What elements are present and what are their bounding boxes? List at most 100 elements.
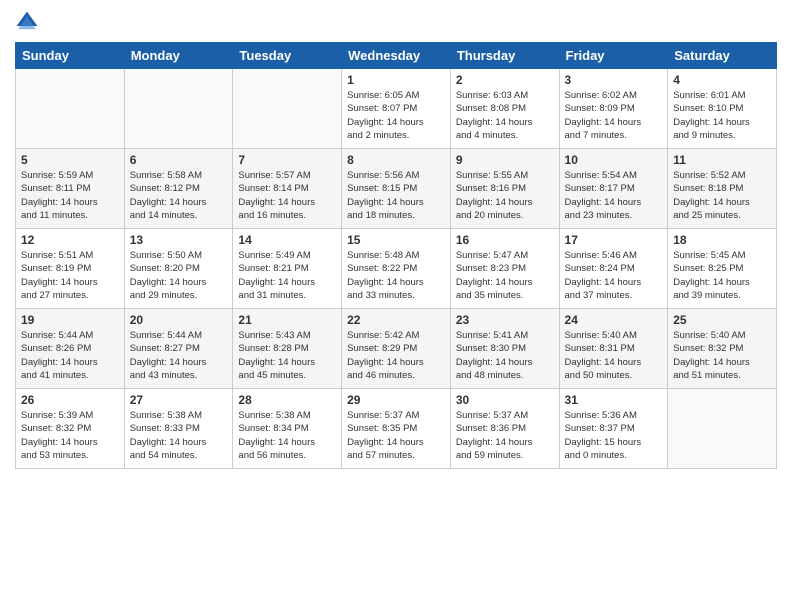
cell-info: Sunrise: 5:48 AM Sunset: 8:22 PM Dayligh…: [347, 249, 445, 302]
calendar-cell: 9Sunrise: 5:55 AM Sunset: 8:16 PM Daylig…: [450, 149, 559, 229]
cell-info: Sunrise: 6:02 AM Sunset: 8:09 PM Dayligh…: [565, 89, 663, 142]
day-number: 29: [347, 393, 445, 407]
day-number: 10: [565, 153, 663, 167]
weekday-header: Sunday: [16, 43, 125, 69]
day-number: 7: [238, 153, 336, 167]
calendar-cell: 6 Sunrise: 5:58 AM Sunset: 8:12 PM Daylig…: [124, 149, 233, 229]
logo-icon: [15, 10, 39, 34]
calendar-week-row: 1 Sunrise: 6:05 AM Sunset: 8:07 PM Daylig…: [16, 69, 777, 149]
header-row: SundayMondayTuesdayWednesdayThursdayFrid…: [16, 43, 777, 69]
cell-info: Sunrise: 5:40 AM Sunset: 8:31 PM Dayligh…: [565, 329, 663, 382]
cell-info: Sunrise: 5:51 AM Sunset: 8:19 PM Dayligh…: [21, 249, 119, 302]
calendar-cell: 29 Sunrise: 5:37 AM Sunset: 8:35 PM Dayli…: [342, 389, 451, 469]
calendar-cell: 26Sunrise: 5:39 AM Sunset: 8:32 PM Dayli…: [16, 389, 125, 469]
cell-info: Sunrise: 5:38 AM Sunset: 8:33 PM Dayligh…: [130, 409, 228, 462]
day-number: 13: [130, 233, 228, 247]
day-number: 1: [347, 73, 445, 87]
day-number: 31: [565, 393, 663, 407]
calendar-cell: 1 Sunrise: 6:05 AM Sunset: 8:07 PM Daylig…: [342, 69, 451, 149]
calendar-week-row: 19 Sunrise: 5:44 AM Sunset: 8:26 PM Dayli…: [16, 309, 777, 389]
header: [15, 10, 777, 34]
calendar-cell: 22Sunrise: 5:42 AM Sunset: 8:29 PM Dayli…: [342, 309, 451, 389]
day-number: 14: [238, 233, 336, 247]
calendar-cell: [668, 389, 777, 469]
calendar-cell: 5 Sunrise: 5:59 AM Sunset: 8:11 PM Daylig…: [16, 149, 125, 229]
day-number: 17: [565, 233, 663, 247]
day-number: 20: [130, 313, 228, 327]
cell-info: Sunrise: 5:40 AM Sunset: 8:32 PM Dayligh…: [673, 329, 771, 382]
weekday-header: Thursday: [450, 43, 559, 69]
day-number: 5: [21, 153, 119, 167]
weekday-header: Tuesday: [233, 43, 342, 69]
cell-info: Sunrise: 5:37 AM Sunset: 8:35 PM Dayligh…: [347, 409, 445, 462]
calendar-week-row: 12 Sunrise: 5:51 AM Sunset: 8:19 PM Dayli…: [16, 229, 777, 309]
calendar-cell: 7 Sunrise: 5:57 AM Sunset: 8:14 PM Daylig…: [233, 149, 342, 229]
day-number: 11: [673, 153, 771, 167]
calendar-cell: [124, 69, 233, 149]
logo: [15, 10, 43, 34]
cell-info: Sunrise: 5:39 AM Sunset: 8:32 PM Dayligh…: [21, 409, 119, 462]
calendar-cell: 31 Sunrise: 5:36 AM Sunset: 8:37 PM Dayli…: [559, 389, 668, 469]
cell-info: Sunrise: 5:45 AM Sunset: 8:25 PM Dayligh…: [673, 249, 771, 302]
cell-info: Sunrise: 5:54 AM Sunset: 8:17 PM Dayligh…: [565, 169, 663, 222]
calendar-week-row: 5 Sunrise: 5:59 AM Sunset: 8:11 PM Daylig…: [16, 149, 777, 229]
calendar-cell: [16, 69, 125, 149]
cell-info: Sunrise: 6:03 AM Sunset: 8:08 PM Dayligh…: [456, 89, 554, 142]
calendar-cell: 4 Sunrise: 6:01 AM Sunset: 8:10 PM Daylig…: [668, 69, 777, 149]
weekday-header: Saturday: [668, 43, 777, 69]
weekday-header: Friday: [559, 43, 668, 69]
cell-info: Sunrise: 5:41 AM Sunset: 8:30 PM Dayligh…: [456, 329, 554, 382]
calendar-cell: 21 Sunrise: 5:43 AM Sunset: 8:28 PM Dayli…: [233, 309, 342, 389]
cell-info: Sunrise: 5:37 AM Sunset: 8:36 PM Dayligh…: [456, 409, 554, 462]
day-number: 12: [21, 233, 119, 247]
cell-info: Sunrise: 5:44 AM Sunset: 8:27 PM Dayligh…: [130, 329, 228, 382]
day-number: 16: [456, 233, 554, 247]
calendar-cell: 19 Sunrise: 5:44 AM Sunset: 8:26 PM Dayli…: [16, 309, 125, 389]
cell-info: Sunrise: 5:44 AM Sunset: 8:26 PM Dayligh…: [21, 329, 119, 382]
cell-info: Sunrise: 5:57 AM Sunset: 8:14 PM Dayligh…: [238, 169, 336, 222]
day-number: 15: [347, 233, 445, 247]
cell-info: Sunrise: 6:05 AM Sunset: 8:07 PM Dayligh…: [347, 89, 445, 142]
cell-info: Sunrise: 5:59 AM Sunset: 8:11 PM Dayligh…: [21, 169, 119, 222]
calendar-cell: [233, 69, 342, 149]
cell-info: Sunrise: 5:36 AM Sunset: 8:37 PM Dayligh…: [565, 409, 663, 462]
calendar-cell: 16 Sunrise: 5:47 AM Sunset: 8:23 PM Dayli…: [450, 229, 559, 309]
calendar-cell: 25 Sunrise: 5:40 AM Sunset: 8:32 PM Dayli…: [668, 309, 777, 389]
day-number: 3: [565, 73, 663, 87]
cell-info: Sunrise: 5:42 AM Sunset: 8:29 PM Dayligh…: [347, 329, 445, 382]
cell-info: Sunrise: 5:43 AM Sunset: 8:28 PM Dayligh…: [238, 329, 336, 382]
day-number: 28: [238, 393, 336, 407]
calendar-cell: 8Sunrise: 5:56 AM Sunset: 8:15 PM Daylig…: [342, 149, 451, 229]
day-number: 23: [456, 313, 554, 327]
day-number: 6: [130, 153, 228, 167]
weekday-header: Wednesday: [342, 43, 451, 69]
calendar-cell: 3 Sunrise: 6:02 AM Sunset: 8:09 PM Daylig…: [559, 69, 668, 149]
calendar-cell: 23 Sunrise: 5:41 AM Sunset: 8:30 PM Dayli…: [450, 309, 559, 389]
calendar-cell: 28 Sunrise: 5:38 AM Sunset: 8:34 PM Dayli…: [233, 389, 342, 469]
calendar-table: SundayMondayTuesdayWednesdayThursdayFrid…: [15, 42, 777, 469]
day-number: 9: [456, 153, 554, 167]
calendar-cell: 20 Sunrise: 5:44 AM Sunset: 8:27 PM Dayli…: [124, 309, 233, 389]
cell-info: Sunrise: 6:01 AM Sunset: 8:10 PM Dayligh…: [673, 89, 771, 142]
cell-info: Sunrise: 5:52 AM Sunset: 8:18 PM Dayligh…: [673, 169, 771, 222]
calendar-cell: 17Sunrise: 5:46 AM Sunset: 8:24 PM Dayli…: [559, 229, 668, 309]
calendar-cell: 18 Sunrise: 5:45 AM Sunset: 8:25 PM Dayli…: [668, 229, 777, 309]
calendar-week-row: 26Sunrise: 5:39 AM Sunset: 8:32 PM Dayli…: [16, 389, 777, 469]
calendar-cell: 15 Sunrise: 5:48 AM Sunset: 8:22 PM Dayli…: [342, 229, 451, 309]
calendar-cell: 13Sunrise: 5:50 AM Sunset: 8:20 PM Dayli…: [124, 229, 233, 309]
calendar-cell: 12 Sunrise: 5:51 AM Sunset: 8:19 PM Dayli…: [16, 229, 125, 309]
day-number: 19: [21, 313, 119, 327]
calendar-cell: 30Sunrise: 5:37 AM Sunset: 8:36 PM Dayli…: [450, 389, 559, 469]
cell-info: Sunrise: 5:56 AM Sunset: 8:15 PM Dayligh…: [347, 169, 445, 222]
cell-info: Sunrise: 5:47 AM Sunset: 8:23 PM Dayligh…: [456, 249, 554, 302]
cell-info: Sunrise: 5:38 AM Sunset: 8:34 PM Dayligh…: [238, 409, 336, 462]
day-number: 21: [238, 313, 336, 327]
day-number: 18: [673, 233, 771, 247]
cell-info: Sunrise: 5:58 AM Sunset: 8:12 PM Dayligh…: [130, 169, 228, 222]
cell-info: Sunrise: 5:49 AM Sunset: 8:21 PM Dayligh…: [238, 249, 336, 302]
day-number: 4: [673, 73, 771, 87]
day-number: 25: [673, 313, 771, 327]
calendar-cell: 24Sunrise: 5:40 AM Sunset: 8:31 PM Dayli…: [559, 309, 668, 389]
calendar-cell: 10 Sunrise: 5:54 AM Sunset: 8:17 PM Dayli…: [559, 149, 668, 229]
calendar-cell: 11 Sunrise: 5:52 AM Sunset: 8:18 PM Dayli…: [668, 149, 777, 229]
